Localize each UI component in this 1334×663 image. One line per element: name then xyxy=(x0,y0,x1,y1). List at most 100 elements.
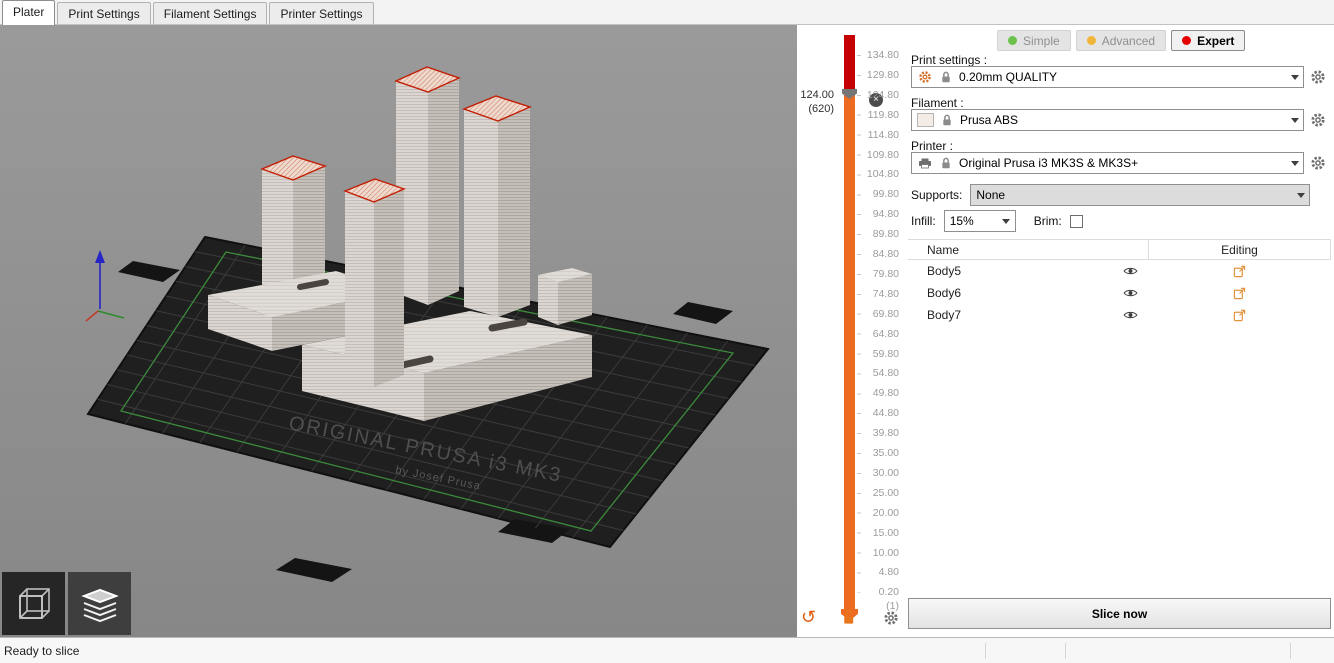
layer-tick-label: 0.20 xyxy=(861,587,899,598)
print-settings-combo[interactable]: 0.20mm QUALITY xyxy=(911,66,1304,88)
mode-label: Simple xyxy=(1023,34,1060,48)
model-tower-back-right[interactable] xyxy=(396,67,459,305)
layer-tick-label: 64.80 xyxy=(861,329,899,340)
tab-plater[interactable]: Plater xyxy=(2,0,55,25)
layer-tick-label: 84.80 xyxy=(861,249,899,260)
table-row[interactable]: Body5 xyxy=(908,260,1331,282)
editing-icon[interactable] xyxy=(1148,265,1331,278)
lock-icon[interactable] xyxy=(841,608,856,626)
layer-tick-label: 59.80 xyxy=(861,349,899,360)
supports-label: Supports: xyxy=(911,188,962,202)
undo-icon[interactable]: ↺ xyxy=(801,607,816,628)
bed-tab xyxy=(673,302,733,324)
layer-tick-label: 89.80 xyxy=(861,229,899,240)
filament-value: Prusa ABS xyxy=(960,113,1018,127)
eye-icon[interactable] xyxy=(1112,288,1148,298)
layer-tick-label: 114.80 xyxy=(861,130,899,141)
object-list-body: Body5 Body6 Body7 xyxy=(908,260,1331,326)
layer-tick-label: 99.80 xyxy=(861,189,899,200)
supports-value: None xyxy=(976,188,1005,202)
layer-tick-label: 25.00 xyxy=(861,488,899,499)
layer-tick-label: 54.80 xyxy=(861,368,899,379)
eye-icon[interactable] xyxy=(1112,310,1148,320)
object-name: Body7 xyxy=(908,308,1112,322)
lock-icon xyxy=(938,156,954,171)
brim-checkbox[interactable] xyxy=(1070,215,1083,228)
right-panel: Simple Advanced Expert Print settings : … xyxy=(905,25,1334,637)
bed-tab xyxy=(276,558,352,582)
tab-print-settings[interactable]: Print Settings xyxy=(57,2,150,24)
slider-gear-icon[interactable] xyxy=(883,610,899,626)
mode-simple-button[interactable]: Simple xyxy=(997,30,1071,51)
infill-label: Infill: xyxy=(911,214,936,228)
printer-gear-button[interactable] xyxy=(1310,155,1327,172)
editing-icon[interactable] xyxy=(1148,309,1331,322)
layer-tick-label: 44.80 xyxy=(861,408,899,419)
layer-slider-panel: 124.00 (620) × 134.80129.80124.80119.801… xyxy=(797,25,905,637)
layer-tick-label: 69.80 xyxy=(861,309,899,320)
chevron-down-icon xyxy=(1286,67,1303,87)
layer-tick-label: 94.80 xyxy=(861,209,899,220)
layer-tick-label: 124.80 xyxy=(861,90,899,101)
printer-label: Printer : xyxy=(911,139,953,153)
mode-expert-button[interactable]: Expert xyxy=(1171,30,1245,51)
supports-combo[interactable]: None xyxy=(970,184,1310,206)
model-step-block[interactable] xyxy=(538,268,592,325)
layer-tick-label: 74.80 xyxy=(861,289,899,300)
statusbar-divider xyxy=(1290,643,1291,659)
filament-gear-button[interactable] xyxy=(1310,112,1327,129)
chevron-down-icon xyxy=(1292,185,1309,205)
status-bar: Ready to slice xyxy=(0,637,1334,663)
simple-dot-icon xyxy=(1008,36,1017,45)
chevron-down-icon xyxy=(1286,110,1303,130)
layer-tick-label: 119.80 xyxy=(861,110,899,121)
layer-tick-label: 20.00 xyxy=(861,508,899,519)
object-name: Body5 xyxy=(908,264,1112,278)
mode-label: Advanced xyxy=(1102,34,1155,48)
mode-buttons: Simple Advanced Expert xyxy=(997,30,1245,51)
layer-tick-label: 134.80 xyxy=(861,50,899,61)
tab-filament-settings[interactable]: Filament Settings xyxy=(153,2,268,24)
chevron-down-icon xyxy=(998,211,1015,231)
infill-combo[interactable]: 15% xyxy=(944,210,1016,232)
layer-tick-label: 79.80 xyxy=(861,269,899,280)
tab-printer-settings[interactable]: Printer Settings xyxy=(269,2,373,24)
filament-label: Filament : xyxy=(911,96,964,110)
layer-tick-label: 4.80 xyxy=(861,567,899,578)
filament-combo[interactable]: Prusa ABS xyxy=(911,109,1304,131)
layer-tick-label: 129.80 xyxy=(861,70,899,81)
filament-color-swatch xyxy=(917,113,934,127)
layer-tick-label: 15.00 xyxy=(861,528,899,539)
model-tower-front-right[interactable] xyxy=(464,96,530,317)
print-settings-label: Print settings : xyxy=(911,53,987,67)
printer-icon xyxy=(917,156,933,171)
table-row[interactable]: Body7 xyxy=(908,304,1331,326)
layer-tick-label: 104.80 xyxy=(861,169,899,180)
layer-tick-label: 109.80 xyxy=(861,150,899,161)
chevron-down-icon xyxy=(1286,153,1303,173)
status-text: Ready to slice xyxy=(4,644,79,658)
printer-combo[interactable]: Original Prusa i3 MK3S & MK3S+ xyxy=(911,152,1304,174)
statusbar-divider xyxy=(985,643,986,659)
sliced-preview-scene: ORIGINAL PRUSA i3 MK3 by Josef Prusa xyxy=(0,25,797,637)
mode-advanced-button[interactable]: Advanced xyxy=(1076,30,1166,51)
slice-now-button[interactable]: Slice now xyxy=(908,598,1331,629)
layer-slider-track[interactable] xyxy=(844,35,855,611)
expert-dot-icon xyxy=(1182,36,1191,45)
lock-icon xyxy=(938,70,954,85)
model-tower-front-left[interactable] xyxy=(345,179,404,387)
mode-label: Expert xyxy=(1197,34,1234,48)
statusbar-divider xyxy=(1065,643,1066,659)
print-settings-gear-button[interactable] xyxy=(1310,69,1327,86)
layer-tick-label: 39.80 xyxy=(861,428,899,439)
layer-tick-label: 10.00 xyxy=(861,548,899,559)
eye-icon[interactable] xyxy=(1112,266,1148,276)
brim-label: Brim: xyxy=(1034,214,1062,228)
editor-view-button[interactable] xyxy=(2,572,65,635)
preview-view-button[interactable] xyxy=(68,572,131,635)
prusaslicer-window: Plater Print Settings Filament Settings … xyxy=(0,0,1334,663)
3d-viewport[interactable]: ORIGINAL PRUSA i3 MK3 by Josef Prusa xyxy=(0,25,797,637)
table-row[interactable]: Body6 xyxy=(908,282,1331,304)
object-list: Name Editing Body5Body6Body7 xyxy=(908,239,1331,326)
editing-icon[interactable] xyxy=(1148,287,1331,300)
